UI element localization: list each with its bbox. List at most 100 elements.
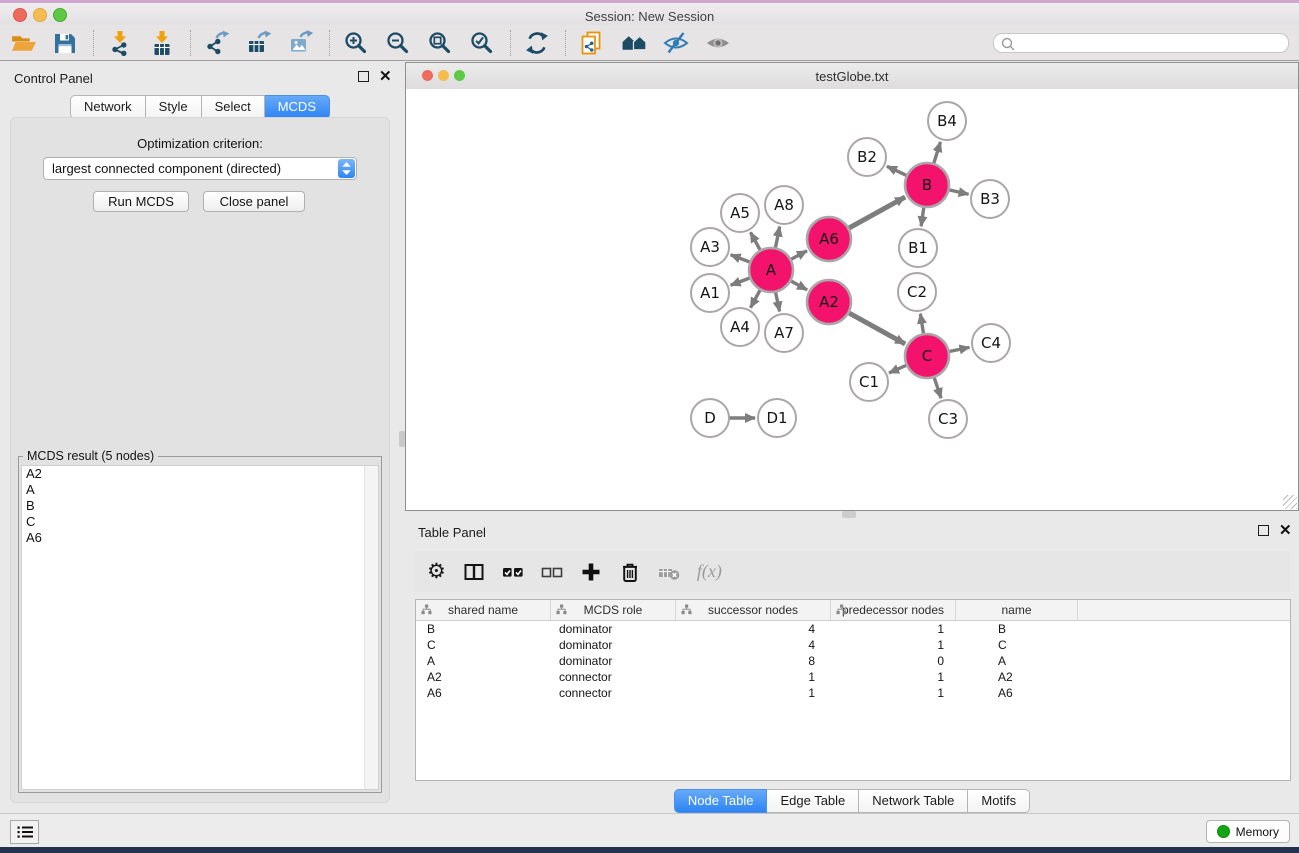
graph-edge-A-A6[interactable] <box>790 251 807 260</box>
table-cell: A2 <box>416 670 551 684</box>
delete-column-button[interactable] <box>619 561 641 583</box>
float-panel-icon[interactable] <box>1258 525 1269 536</box>
table-row[interactable]: Cdominator41C <box>416 637 1290 653</box>
mcds-result-item[interactable]: A2 <box>22 466 378 482</box>
tab-style[interactable]: Style <box>146 95 202 119</box>
open-folder-button[interactable] <box>9 29 37 57</box>
table-row[interactable]: Adominator80A <box>416 653 1290 669</box>
mcds-result-item[interactable]: A6 <box>22 530 378 546</box>
graph-node-label: A4 <box>730 318 750 336</box>
refresh-button[interactable] <box>523 29 551 57</box>
tab-mcds[interactable]: MCDS <box>265 95 330 119</box>
graph-edge-A6-B[interactable] <box>848 197 905 228</box>
toolbar-separator <box>93 30 94 56</box>
application-window: Session: New Session Control Panel ✕ <box>0 0 1299 853</box>
column-header-successor-nodes[interactable]: successor nodes <box>676 600 831 620</box>
run-mcds-button[interactable]: Run MCDS <box>93 191 189 212</box>
tab-edge-table[interactable]: Edge Table <box>767 789 859 813</box>
mcds-result-item[interactable]: A <box>22 482 378 498</box>
close-panel-icon[interactable]: ✕ <box>1279 525 1292 536</box>
save-icon <box>52 30 78 56</box>
table-cell: connector <box>551 670 676 684</box>
graph-edge-A-A1[interactable] <box>731 278 751 285</box>
import-table-button[interactable] <box>148 29 176 57</box>
tab-node-table[interactable]: Node Table <box>674 789 768 813</box>
scrollbar[interactable] <box>364 466 378 789</box>
graph-edge-A-A5[interactable] <box>751 232 761 250</box>
graph-edge-A2-C[interactable] <box>848 313 905 344</box>
column-header-mcds-role[interactable]: MCDS role <box>551 600 676 620</box>
table-cell: dominator <box>551 654 676 668</box>
graph-edge-B-B1[interactable] <box>921 207 924 226</box>
tab-network-table[interactable]: Network Table <box>859 789 968 813</box>
float-panel-icon[interactable] <box>358 71 369 82</box>
column-header-name[interactable]: name <box>956 600 1078 620</box>
network-canvas[interactable]: B4B2BB3A8A5A6A3B1AC2A1A2A4A7C4CC1C3DD1 <box>406 89 1298 510</box>
export-table-button[interactable] <box>245 29 273 57</box>
zoom-selected-button[interactable] <box>468 29 496 57</box>
tab-motifs[interactable]: Motifs <box>968 789 1030 813</box>
resize-grip[interactable] <box>1283 495 1297 509</box>
graph-edge-B-B2[interactable] <box>887 166 907 175</box>
zoom-out-button[interactable] <box>384 29 412 57</box>
criterion-value: largest connected component (directed) <box>52 161 281 176</box>
show-view-button[interactable] <box>704 29 732 57</box>
deselect-all-icon[interactable] <box>541 561 563 583</box>
import-network-button[interactable] <box>106 29 134 57</box>
export-image-button[interactable] <box>287 29 315 57</box>
zoom-fit-button[interactable] <box>426 29 454 57</box>
desktop-edge-bottom <box>0 847 1299 853</box>
table-cell: B <box>416 622 551 636</box>
task-history-button[interactable] <box>10 820 39 844</box>
export-network-icon <box>204 30 230 56</box>
select-all-icon[interactable] <box>502 561 524 583</box>
export-network-button[interactable] <box>203 29 231 57</box>
criterion-dropdown[interactable]: largest connected component (directed) <box>43 157 357 180</box>
graph-edge-C-C3[interactable] <box>934 377 941 398</box>
graph-edge-A-A7[interactable] <box>775 292 779 312</box>
list-icon <box>14 821 36 843</box>
save-session-button[interactable] <box>51 29 79 57</box>
table-cell: C <box>956 638 1078 652</box>
graph-edge-B-B4[interactable] <box>934 142 941 164</box>
memory-button[interactable]: Memory <box>1206 820 1290 843</box>
graph-edge-A-A2[interactable] <box>790 281 807 290</box>
column-header-shared-name[interactable]: shared name <box>416 600 551 620</box>
table-options-button[interactable]: ⚙ <box>427 561 446 582</box>
close-panel-icon[interactable]: ✕ <box>379 71 392 82</box>
open-folder-icon <box>10 29 37 56</box>
search-input[interactable] <box>993 33 1289 53</box>
add-column-button[interactable] <box>580 561 602 583</box>
horizontal-splitter-handle[interactable] <box>842 511 856 518</box>
toolbar-separator <box>329 30 330 56</box>
column-header-predecessor-nodes[interactable]: predecessor nodes <box>831 600 956 620</box>
graph-edge-A-A3[interactable] <box>731 255 751 262</box>
tab-network[interactable]: Network <box>70 95 146 119</box>
column-visibility-button[interactable] <box>463 561 485 583</box>
graph-edge-C-C2[interactable] <box>920 314 923 335</box>
zoom-in-button[interactable] <box>342 29 370 57</box>
graph-node-label: A <box>766 261 777 279</box>
table-cell: A <box>416 654 551 668</box>
toolbar-separator <box>565 30 566 56</box>
graph-edge-A-A4[interactable] <box>751 289 761 307</box>
table-row[interactable]: A2connector11A2 <box>416 669 1290 685</box>
tab-select[interactable]: Select <box>202 95 265 119</box>
hide-view-button[interactable] <box>662 29 690 57</box>
table-row[interactable]: Bdominator41B <box>416 621 1290 637</box>
graph-edge-A-A8[interactable] <box>775 227 779 249</box>
toolbar-separator <box>190 30 191 56</box>
network-graph[interactable]: B4B2BB3A8A5A6A3B1AC2A1A2A4A7C4CC1C3DD1 <box>406 89 1298 510</box>
mcds-result-title: MCDS result (5 nodes) <box>23 449 158 463</box>
mcds-result-item[interactable]: C <box>22 514 378 530</box>
memory-label: Memory <box>1236 825 1279 839</box>
table-row[interactable]: A6connector11A6 <box>416 685 1290 701</box>
close-panel-button[interactable]: Close panel <box>203 191 305 212</box>
graph-edge-C-C4[interactable] <box>949 347 970 351</box>
network-document-button[interactable] <box>578 29 606 57</box>
table-cell: 1 <box>831 670 956 684</box>
graph-edge-C-C1[interactable] <box>889 365 907 373</box>
home-button[interactable] <box>620 29 648 57</box>
graph-edge-B-B3[interactable] <box>948 190 968 194</box>
mcds-result-item[interactable]: B <box>22 498 378 514</box>
